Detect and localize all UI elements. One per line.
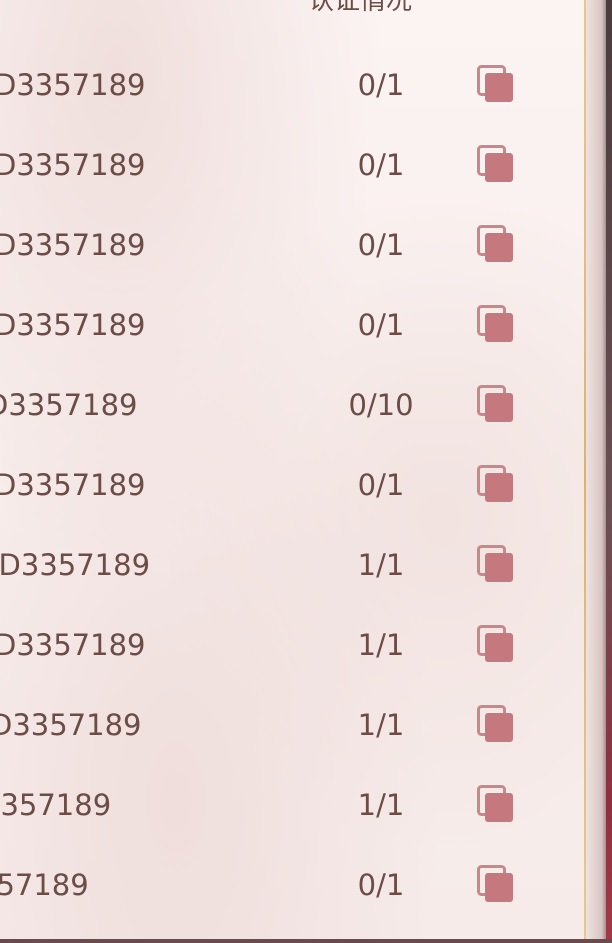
list-row: D3357189 0/1 xyxy=(0,45,584,125)
list-row: 3357189 1/1 xyxy=(0,765,584,845)
row-status: 1/1 xyxy=(357,788,405,822)
row-id: D3357189 xyxy=(0,228,146,262)
row-id: ID3357189 xyxy=(0,548,151,582)
list-row: D3357189 0/1 xyxy=(0,205,584,285)
copy-icon[interactable] xyxy=(477,385,515,423)
row-id: D3357189 xyxy=(0,628,146,662)
list-row: D3357189 1/1 xyxy=(0,605,584,685)
row-status: 0/1 xyxy=(357,868,405,902)
copy-icon[interactable] xyxy=(477,545,515,583)
list-row: D3357189 1/1 xyxy=(0,685,584,765)
list-row: 357189 0/1 xyxy=(0,845,584,925)
row-status: 0/1 xyxy=(357,308,405,342)
row-id: 3357189 xyxy=(0,788,112,822)
copy-icon[interactable] xyxy=(477,785,515,823)
row-id: D3357189 xyxy=(0,388,138,422)
row-status: 1/1 xyxy=(357,708,405,742)
copy-icon[interactable] xyxy=(477,225,515,263)
copy-icon[interactable] xyxy=(477,625,515,663)
panel-edge xyxy=(586,0,612,943)
copy-icon[interactable] xyxy=(477,465,515,503)
row-status: 0/1 xyxy=(357,148,405,182)
row-id: D3357189 xyxy=(0,468,146,502)
copy-icon[interactable] xyxy=(477,145,515,183)
copy-icon[interactable] xyxy=(477,705,515,743)
row-id: D3357189 xyxy=(0,148,146,182)
row-id: D3357189 xyxy=(0,708,142,742)
column-header-status: 认证情况 xyxy=(308,0,413,16)
row-status: 1/1 xyxy=(357,548,405,582)
row-status: 0/1 xyxy=(357,68,405,102)
row-status: 0/1 xyxy=(357,468,405,502)
row-status: 0/10 xyxy=(348,388,414,422)
row-id: D3357189 xyxy=(0,308,146,342)
row-status: 1/1 xyxy=(357,628,405,662)
list-row: D3357189 0/10 xyxy=(0,365,584,445)
bottom-edge xyxy=(0,939,612,943)
list-row: D3357189 0/1 xyxy=(0,285,584,365)
copy-icon[interactable] xyxy=(477,865,515,903)
row-id: D3357189 xyxy=(0,68,146,102)
copy-icon[interactable] xyxy=(477,65,515,103)
list-row: D3357189 0/1 xyxy=(0,445,584,525)
list-row: ID3357189 1/1 xyxy=(0,525,584,605)
row-status: 0/1 xyxy=(357,228,405,262)
row-id: 357189 xyxy=(0,868,89,902)
list-row: D3357189 0/1 xyxy=(0,125,584,205)
copy-icon[interactable] xyxy=(477,305,515,343)
